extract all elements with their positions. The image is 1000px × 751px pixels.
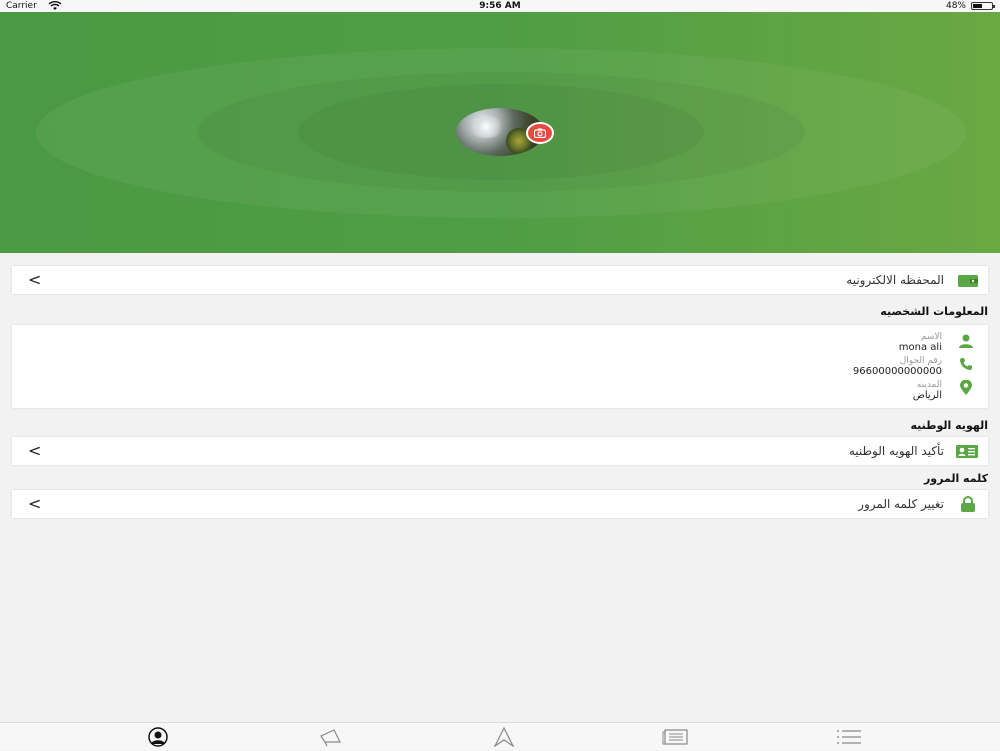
phone-icon [960,358,972,370]
battery-icon [971,2,995,10]
city-value: الرياض [912,390,942,401]
phone-caption: رقم الجوال [899,356,942,366]
location-pin-icon [960,380,972,395]
name-value: mona ali [898,342,942,353]
tab-bar [0,722,1000,750]
name-line: الاسم mona ali [899,332,942,353]
news-icon [662,729,688,745]
phone-value: 96600000000000 [852,366,942,377]
national-id-row[interactable]: < تأكيد الهويه الوطنيه [12,437,988,465]
national-id-label: تأكيد الهويه الوطنيه [848,444,944,458]
tab-announcements[interactable] [316,727,346,747]
national-id-title: الهويه الوطنيه [910,419,989,432]
person-icon [959,334,973,348]
location-icon [493,726,515,748]
chevron-left-icon: < [28,441,42,460]
phone-line: رقم الجوال 96600000000000 [853,356,942,377]
personal-info-card: الاسم mona ali رقم الجوال 96600000000000… [12,325,988,408]
tab-news[interactable] [661,727,691,747]
name-caption: الاسم [920,332,942,342]
chevron-left-icon: < [28,270,42,289]
wallet-label: المحفظه الالكترونيه [846,273,944,287]
battery-percent: 48% [945,1,966,11]
status-bar: Carrier 9:56 AM 48% [0,0,1000,12]
tab-menu[interactable] [834,727,864,747]
password-title: كلمه المرور [923,472,988,485]
camera-icon[interactable] [526,122,554,144]
wallet-icon [958,275,978,287]
megaphone-icon [320,729,341,747]
change-password-label: تغيير كلمه المرور [858,497,944,511]
city-caption: المدينه [916,380,942,390]
change-password-row[interactable]: < تغيير كلمه المرور [12,490,988,518]
tab-profile[interactable] [143,727,173,747]
chevron-left-icon: < [28,494,42,513]
tab-location[interactable] [489,726,519,748]
lock-icon [961,496,975,512]
wallet-row[interactable]: < المحفظه الالكترونيه [12,266,988,294]
city-line: المدينه الرياض [913,380,942,401]
clock: 9:56 AM [479,1,521,11]
menu-list-icon [837,730,861,744]
id-card-icon [956,445,978,458]
profile-header [0,12,1000,253]
profile-icon [148,727,168,747]
personal-info-title: المعلومات الشخصيه [880,305,988,318]
